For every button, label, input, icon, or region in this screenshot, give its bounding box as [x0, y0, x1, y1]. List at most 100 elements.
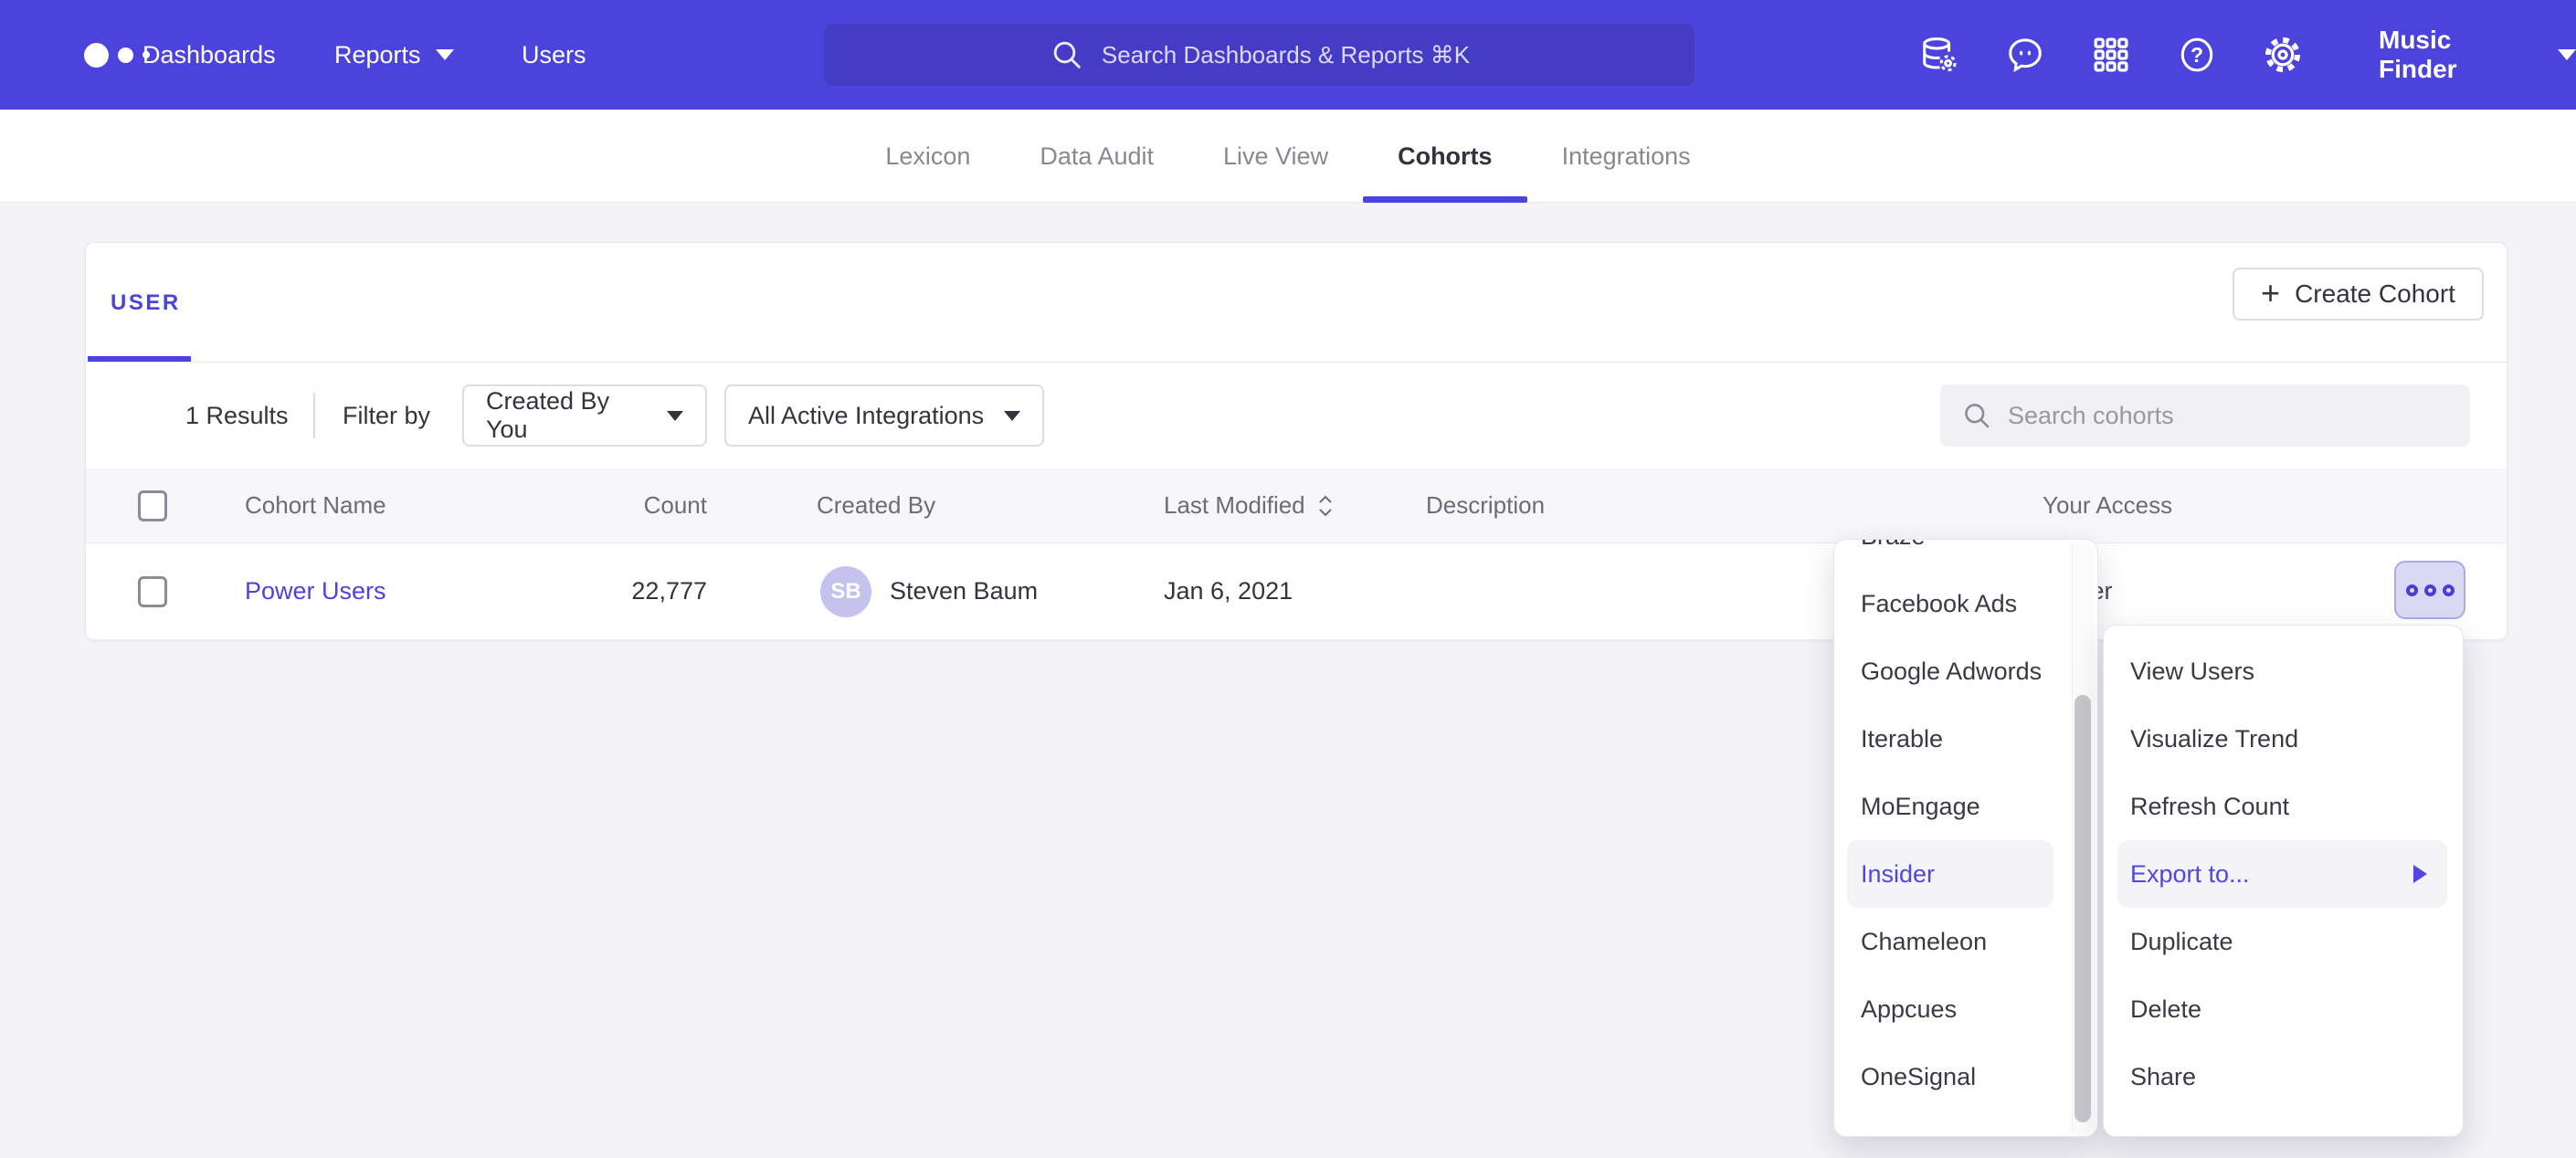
sort-icon	[1316, 493, 1335, 519]
dot-icon	[2406, 584, 2418, 596]
filter-by-label: Filter by	[343, 363, 430, 468]
context-menu-list: View Users Visualize Trend Refresh Count…	[2104, 626, 2463, 1111]
nav-item-dashboards[interactable]: Dashboards	[143, 0, 276, 110]
row-context-menu: View Users Visualize Trend Refresh Count…	[2103, 625, 2464, 1137]
export-destinations-submenu: Braze Facebook Ads Google Adwords Iterab…	[1833, 539, 2098, 1137]
nav-right-group: ? Music Finder	[1918, 0, 2576, 110]
chevron-down-icon	[667, 411, 683, 421]
global-search-input[interactable]: Search Dashboards & Reports ⌘K	[824, 24, 1694, 86]
col-created-by[interactable]: Created By	[817, 468, 935, 542]
menu-item-view-users[interactable]: View Users	[2104, 637, 2463, 705]
table-header: Cohort Name Count Created By Last Modifi…	[86, 468, 2507, 543]
tab-label: USER	[111, 290, 181, 316]
tab-live-view[interactable]: Live View	[1188, 110, 1363, 203]
menu-item-delete[interactable]: Delete	[2104, 975, 2463, 1043]
nav-item-reports[interactable]: Reports	[334, 0, 454, 110]
dropdown-value: Created By You	[486, 387, 649, 444]
col-your-access[interactable]: Your Access	[2043, 468, 2172, 542]
plus-icon: +	[2261, 277, 2280, 310]
filter-row: 1 Results Filter by Created By You All A…	[86, 363, 2507, 468]
menu-item-visualize-trend[interactable]: Visualize Trend	[2104, 705, 2463, 773]
submenu-item-facebook-ads[interactable]: Facebook Ads	[1834, 570, 2097, 637]
chevron-down-icon	[1004, 411, 1020, 421]
nav-item-label: Reports	[334, 41, 421, 69]
project-name: Music Finder	[2379, 26, 2534, 84]
search-icon	[1049, 37, 1085, 73]
tab-integrations[interactable]: Integrations	[1527, 110, 1726, 203]
apps-grid-icon[interactable]	[2090, 34, 2132, 76]
col-cohort-name[interactable]: Cohort Name	[245, 468, 386, 542]
menu-item-refresh-count[interactable]: Refresh Count	[2104, 773, 2463, 840]
tab-user-cohorts[interactable]: USER	[111, 243, 181, 363]
tab-data-audit[interactable]: Data Audit	[1005, 110, 1188, 203]
tab-cohorts[interactable]: Cohorts	[1363, 110, 1527, 203]
section-tabs: Lexicon Data Audit Live View Cohorts Int…	[0, 110, 2576, 203]
create-cohort-label: Create Cohort	[2295, 279, 2455, 309]
cohort-name-link[interactable]: Power Users	[245, 577, 386, 605]
feedback-icon[interactable]	[2004, 34, 2046, 76]
card-header: USER + Create Cohort	[86, 243, 2507, 363]
menu-item-export-to[interactable]: Export to...	[2117, 840, 2447, 908]
logo-dot-medium	[118, 47, 133, 63]
col-description[interactable]: Description	[1426, 468, 1545, 542]
col-label: Last Modified	[1164, 491, 1305, 520]
tab-lexicon[interactable]: Lexicon	[850, 110, 1005, 203]
dot-icon	[2443, 584, 2455, 596]
nav-item-label: Dashboards	[143, 41, 276, 69]
project-switcher[interactable]: Music Finder	[2379, 26, 2576, 84]
submenu-item-google-adwords[interactable]: Google Adwords	[1834, 637, 2097, 705]
export-destinations-list: Braze Facebook Ads Google Adwords Iterab…	[1834, 539, 2097, 1111]
submenu-item-insider[interactable]: Insider	[1847, 840, 2053, 908]
mixpanel-logo-icon[interactable]	[84, 0, 150, 110]
dot-icon	[2424, 584, 2436, 596]
active-type-underline	[88, 356, 191, 362]
submenu-item-moengage[interactable]: MoEngage	[1834, 773, 2097, 840]
submenu-item-braze[interactable]: Braze	[1834, 539, 2097, 570]
cohort-search-box	[1940, 384, 2470, 447]
col-count[interactable]: Count	[524, 468, 707, 542]
tab-label: Live View	[1223, 142, 1328, 171]
menu-item-share[interactable]: Share	[2104, 1043, 2463, 1111]
cohorts-page: Dashboards Reports Users Search Dashboar…	[0, 0, 2576, 1158]
avatar: SB	[820, 566, 871, 617]
tab-label: Cohorts	[1398, 142, 1493, 171]
nav-item-users[interactable]: Users	[522, 0, 586, 110]
filter-integrations-dropdown[interactable]: All Active Integrations	[724, 384, 1044, 447]
results-count: 1 Results	[185, 363, 289, 468]
chevron-down-icon	[436, 49, 454, 60]
svg-text:?: ?	[2191, 43, 2203, 67]
cohort-count: 22,777	[524, 543, 707, 639]
top-nav: Dashboards Reports Users Search Dashboar…	[0, 0, 2576, 110]
last-modified-date: Jan 6, 2021	[1164, 543, 1293, 639]
menu-item-duplicate[interactable]: Duplicate	[2104, 908, 2463, 975]
select-all-checkbox[interactable]	[138, 490, 167, 521]
row-checkbox[interactable]	[138, 576, 167, 607]
submenu-scrollbar-track[interactable]	[2072, 542, 2094, 1133]
create-cohort-button[interactable]: + Create Cohort	[2233, 268, 2484, 321]
dropdown-value: All Active Integrations	[748, 402, 984, 430]
col-last-modified[interactable]: Last Modified	[1164, 468, 1335, 542]
settings-gear-icon[interactable]	[2262, 34, 2304, 76]
nav-item-label: Users	[522, 41, 586, 69]
menu-item-label: Export to...	[2130, 860, 2250, 889]
submenu-item-appcues[interactable]: Appcues	[1834, 975, 2097, 1043]
search-icon	[1960, 399, 1993, 432]
submenu-item-chameleon[interactable]: Chameleon	[1834, 908, 2097, 975]
cohort-search-input[interactable]	[2008, 402, 2410, 430]
data-management-icon[interactable]	[1918, 34, 1960, 76]
divider	[313, 393, 315, 438]
help-icon[interactable]: ?	[2176, 34, 2218, 76]
active-tab-underline	[1363, 196, 1527, 203]
created-by-name: Steven Baum	[890, 543, 1038, 639]
row-actions-kebab-button[interactable]	[2394, 561, 2465, 619]
cohorts-card: USER + Create Cohort 1 Results Filter by…	[85, 242, 2507, 640]
filter-created-by-dropdown[interactable]: Created By You	[462, 384, 707, 447]
tab-label: Data Audit	[1040, 142, 1154, 171]
tab-label: Integrations	[1562, 142, 1691, 171]
submenu-item-onesignal[interactable]: OneSignal	[1834, 1043, 2097, 1111]
submenu-item-iterable[interactable]: Iterable	[1834, 705, 2097, 773]
submenu-arrow-icon	[2413, 865, 2427, 883]
logo-dot-large	[84, 43, 109, 68]
tab-label: Lexicon	[885, 142, 970, 171]
submenu-scrollbar-thumb[interactable]	[2075, 695, 2091, 1122]
